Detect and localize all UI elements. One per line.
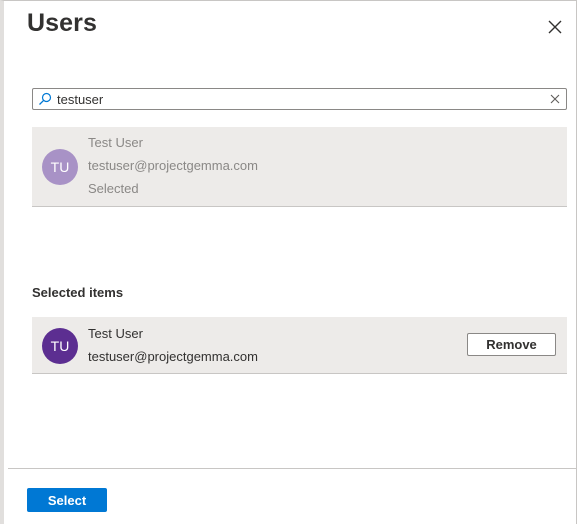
close-icon — [548, 20, 562, 34]
select-button[interactable]: Select — [27, 488, 107, 512]
search-box[interactable] — [32, 88, 567, 110]
selected-item: TU Test User testuser@projectgemma.com R… — [32, 317, 567, 374]
search-icon — [39, 92, 52, 105]
remove-button[interactable]: Remove — [467, 333, 556, 356]
selected-item-email: testuser@projectgemma.com — [88, 349, 258, 364]
selected-items-heading: Selected items — [32, 285, 124, 300]
result-email: testuser@projectgemma.com — [88, 158, 258, 173]
result-name: Test User — [88, 135, 143, 150]
footer-divider — [8, 468, 577, 469]
users-panel: Users TU Test User testuser@projectgemma… — [0, 0, 577, 524]
result-status: Selected — [88, 181, 139, 196]
panel-title: Users — [27, 9, 97, 37]
search-input[interactable] — [57, 90, 537, 108]
search-result-item[interactable]: TU Test User testuser@projectgemma.com S… — [32, 127, 567, 207]
close-button[interactable] — [544, 16, 566, 38]
avatar: TU — [42, 149, 78, 185]
avatar: TU — [42, 328, 78, 364]
selected-item-name: Test User — [88, 326, 143, 341]
clear-icon[interactable] — [549, 93, 561, 105]
